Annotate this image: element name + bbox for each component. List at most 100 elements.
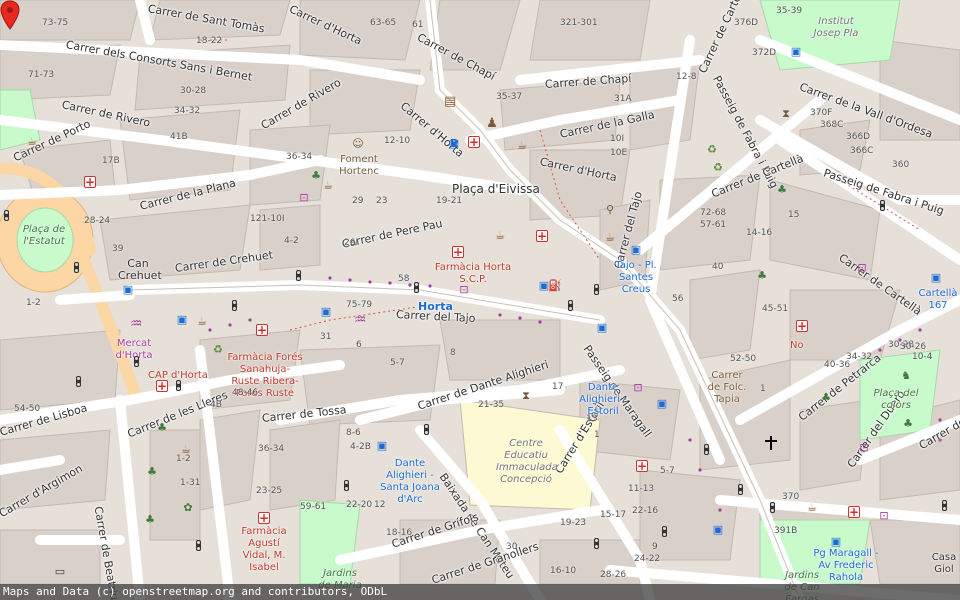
pharmacy-icon[interactable]: + (258, 512, 270, 524)
house-number: 4-2 (284, 236, 299, 246)
hourglass-icon[interactable]: ⧗ (520, 390, 532, 402)
pharmacy-icon[interactable]: + (468, 136, 480, 148)
fuel-icon[interactable]: ⛽ (548, 280, 562, 292)
bus-stop-icon[interactable]: ▣ (596, 322, 608, 334)
playground-icon[interactable]: ⚲ (604, 204, 616, 216)
pharmacy-icon[interactable]: + (848, 506, 860, 518)
bus-stop-icon[interactable]: ▣ (712, 524, 724, 536)
pharmacy-icon[interactable]: + (84, 176, 96, 188)
pharmacy-icon[interactable]: + (256, 324, 268, 336)
institut-label: Institut Josep Pla (813, 16, 859, 39)
neighbourhood-label: Horta (418, 300, 453, 313)
bus-stop-icon[interactable]: ▣ (830, 536, 842, 548)
park-icon[interactable]: ♣ (156, 422, 168, 434)
cafe-icon[interactable]: ☕ (604, 232, 616, 244)
park-icon[interactable]: ♣ (776, 184, 788, 196)
map-canvas[interactable]: Carrer de Sant Tomàs Carrer d'Horta Carr… (0, 0, 960, 600)
recycling-icon[interactable]: ♻ (712, 162, 724, 174)
map-attribution: Maps and Data (c) openstreetmap.org and … (0, 584, 960, 600)
shop-icon[interactable]: ⊡ (458, 284, 470, 296)
house-number: 58 (398, 274, 410, 284)
park-icon[interactable]: ♣ (310, 170, 322, 182)
house-number: 18-22 (196, 36, 223, 46)
shop-icon[interactable]: ⊡ (858, 442, 870, 454)
pharmacy-icon[interactable]: + (536, 230, 548, 242)
house-number: 35-39 (776, 6, 803, 16)
atm-icon[interactable]: ▭ (54, 566, 66, 578)
bus-stop-icon[interactable]: ▣ (630, 244, 642, 256)
pharmacy-icon[interactable]: + (156, 380, 168, 392)
traffic-signal (176, 380, 181, 391)
pharmacy-icon[interactable]: + (636, 460, 648, 472)
traffic-signal (74, 262, 79, 273)
shop-icon[interactable]: ⊡ (856, 262, 868, 274)
house-number: 360 (892, 160, 910, 170)
recycling-icon[interactable]: ♻ (706, 144, 718, 156)
cafe-icon[interactable]: ☕ (26, 136, 38, 148)
house-number: 10-4 (912, 352, 933, 362)
house-number: 11-13 (628, 484, 655, 494)
traffic-signal (662, 526, 667, 537)
house-number: 121-10I (250, 214, 285, 224)
pharmacy-icon[interactable]: + (796, 320, 808, 332)
pharmacy-icon[interactable]: + (452, 246, 464, 258)
bus-stop-icon[interactable]: ▣ (376, 440, 388, 452)
traffic-signal (424, 424, 429, 435)
sports-icon[interactable]: ♞ (900, 370, 912, 382)
bus-stop-icon[interactable]: ▣ (122, 284, 134, 296)
park-icon[interactable]: ♣ (820, 392, 832, 404)
house-number: 372D (752, 48, 777, 58)
house-number: 73-75 (42, 18, 69, 28)
location-pin-icon[interactable] (0, 0, 20, 30)
no-label: No (790, 340, 804, 351)
theatre-icon[interactable]: ☺ (352, 138, 364, 150)
house-number: 8 (450, 348, 456, 358)
shop-icon[interactable]: ⊡ (878, 510, 890, 522)
hourglass-icon[interactable]: ⧗ (780, 108, 792, 120)
bus-stop-icon[interactable]: ▣ (930, 272, 942, 284)
traffic-signal (770, 502, 775, 513)
bus-stop-icon[interactable]: ▣ (656, 398, 668, 410)
bus-stop-icon[interactable]: ▣ (790, 46, 802, 58)
park-icon[interactable]: ♣ (144, 514, 156, 526)
house-number: 14-16 (746, 228, 773, 238)
house-number: 19-21 (436, 196, 463, 206)
house-number: 23 (376, 196, 388, 206)
cafe-icon[interactable]: ☕ (322, 180, 334, 192)
house-number: 52-50 (730, 354, 757, 364)
cafe-icon[interactable]: ☕ (494, 230, 506, 242)
traffic-signal (704, 444, 709, 455)
house-number: 370 (782, 492, 800, 502)
bus-stop-icon[interactable]: ▣ (176, 314, 188, 326)
recycling-icon[interactable]: ♻ (212, 344, 224, 356)
house-number: 1-31 (180, 478, 201, 488)
maragall-stop-label: Pg Maragall - Av Frederic Rahola (813, 548, 879, 583)
park-icon[interactable]: ♣ (902, 418, 914, 430)
house-number: 1-2 (176, 454, 191, 464)
casa-label: Casa Giol (931, 552, 957, 575)
traffic-signal (76, 376, 81, 387)
library-icon[interactable]: ▤ (444, 95, 456, 108)
park-icon[interactable]: ♣ (756, 270, 768, 282)
house-number: 19-23 (560, 518, 587, 528)
bus-stop-icon[interactable]: ▣ (320, 306, 332, 318)
house-number: 17 (552, 382, 564, 392)
traffic-signal (594, 284, 599, 295)
cafe-icon[interactable]: ☕ (806, 502, 818, 514)
parking-icon[interactable]: P (448, 138, 460, 150)
shop-icon[interactable]: ⊡ (632, 382, 644, 394)
colors-label: Plaça del colors (873, 388, 919, 411)
house-number: 31A (614, 94, 632, 104)
market-icon[interactable]: ♒ (354, 313, 367, 327)
cafe-icon[interactable]: ☕ (196, 316, 208, 328)
traffic-signal (942, 500, 947, 511)
market-icon[interactable]: ♒ (130, 317, 143, 331)
cafe-icon[interactable]: ☕ (516, 140, 528, 152)
paw-icon[interactable]: ✿ (182, 502, 194, 514)
park-icon[interactable]: ♣ (146, 466, 158, 478)
shop-icon[interactable]: ⊡ (298, 192, 310, 204)
house-number: 16-10 (550, 566, 577, 576)
house-number: 36-34 (286, 152, 313, 162)
community-icon[interactable]: ♟ (486, 117, 498, 130)
house-number: 28-26 (600, 570, 627, 580)
